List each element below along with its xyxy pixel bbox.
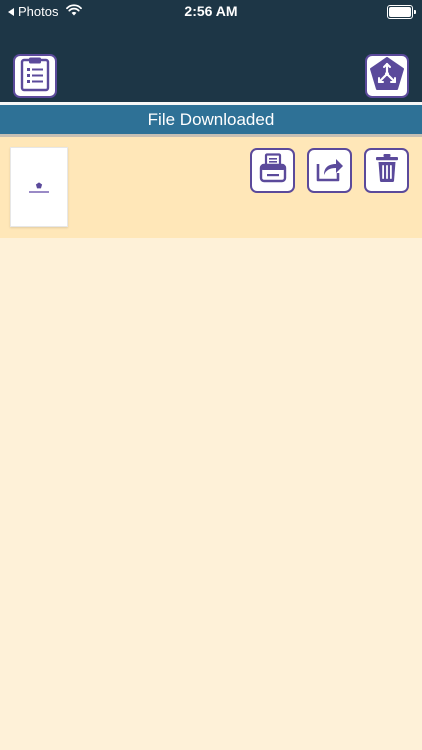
trash-icon	[375, 153, 399, 188]
status-time: 2:56 AM	[184, 3, 238, 19]
document-thumbnail[interactable]	[10, 147, 68, 227]
thumbnail-logo-icon	[35, 182, 43, 189]
clipboard-button[interactable]	[13, 54, 57, 98]
file-list-item[interactable]	[0, 137, 422, 238]
title-bar: File Downloaded	[0, 105, 422, 134]
print-button[interactable]	[250, 148, 295, 193]
page-title: File Downloaded	[147, 109, 275, 129]
clipboard-list-icon	[20, 56, 50, 97]
app-logo-button[interactable]	[365, 54, 409, 98]
share-button[interactable]	[307, 148, 352, 193]
status-bar: Photos 2:56 AM	[0, 0, 422, 22]
print-icon	[259, 153, 287, 188]
app-logo-icon	[369, 56, 405, 97]
battery-icon	[387, 5, 416, 19]
share-icon	[315, 154, 345, 187]
top-header: Photos 2:56 AM	[0, 0, 422, 102]
delete-button[interactable]	[364, 148, 409, 193]
thumbnail-caption-line	[29, 191, 49, 193]
